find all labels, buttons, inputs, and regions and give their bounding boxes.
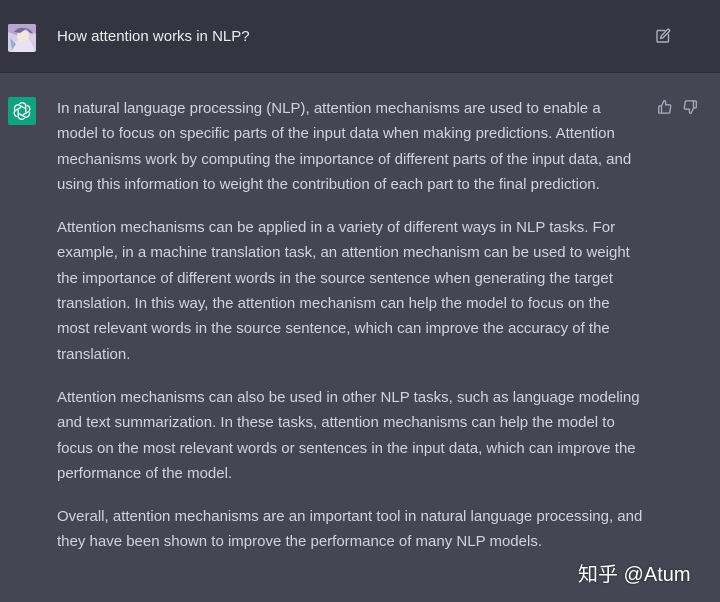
answer-paragraph: Attention mechanisms can also be used in…: [57, 388, 640, 482]
answer-paragraph: Overall, attention mechanisms are an imp…: [57, 508, 643, 551]
thumbs-up-icon[interactable]: [657, 99, 673, 115]
user-question-text: How attention works in NLP?: [57, 28, 250, 45]
user-message-row: How attention works in NLP?: [0, 0, 720, 73]
assistant-answer: In natural language processing (NLP), at…: [57, 96, 645, 573]
assistant-message-row: In natural language processing (NLP), at…: [0, 73, 720, 602]
user-avatar: [8, 24, 36, 52]
openai-logo-icon: [8, 97, 36, 125]
user-avatar-icon: [8, 24, 36, 52]
answer-paragraph: Attention mechanisms can be applied in a…: [57, 219, 630, 363]
thumbs-down-icon[interactable]: [682, 99, 698, 115]
edit-icon[interactable]: [655, 28, 671, 44]
zhihu-watermark: 知乎 @Atum: [578, 564, 691, 586]
answer-paragraph: In natural language processing (NLP), at…: [57, 100, 632, 193]
